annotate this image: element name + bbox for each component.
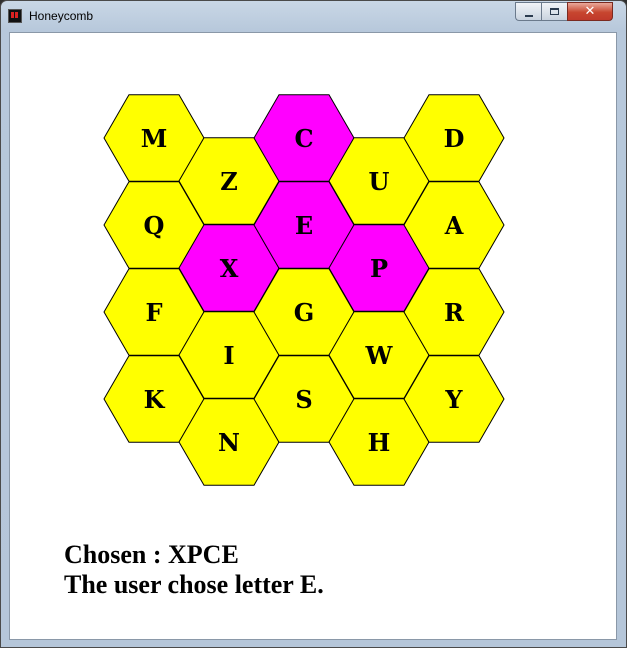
hex-letter: M	[141, 124, 168, 153]
hex-letter: D	[444, 124, 465, 153]
hex-letter: Z	[220, 167, 238, 196]
hex-letter: K	[144, 385, 166, 414]
window-title: Honeycomb	[29, 9, 94, 23]
hex-letter: G	[294, 298, 315, 327]
app-window: Honeycomb ✕ M Q F K Z X I N C E G S U P W H D A R Y Chosen …	[0, 0, 627, 648]
hex-letter: F	[145, 298, 162, 327]
hex-letter: S	[295, 385, 312, 414]
hex-letter: P	[370, 254, 388, 283]
close-button[interactable]: ✕	[567, 2, 613, 21]
hex-letter: N	[218, 428, 240, 457]
hex-letter: U	[369, 167, 390, 196]
hex-letter: E	[295, 211, 313, 240]
hex-letter: C	[294, 124, 313, 153]
chosen-letters-text: Chosen : XPCE	[64, 540, 239, 569]
hex-letter: Y	[444, 385, 463, 414]
client-area: M Q F K Z X I N C E G S U P W H D A R Y Chosen : XPCE The u…	[9, 32, 617, 640]
hex-letter: W	[365, 341, 394, 370]
minimize-icon	[524, 14, 533, 17]
hex-letter: Q	[144, 211, 165, 240]
hex-letter: H	[368, 428, 391, 457]
maximize-icon	[550, 8, 559, 15]
hex-letter: I	[223, 341, 234, 370]
maximize-button[interactable]	[541, 2, 567, 21]
hex-letter: X	[220, 254, 239, 283]
hex-letter: A	[444, 211, 464, 240]
user-choice-message: The user chose letter E.	[64, 570, 324, 599]
title-bar[interactable]: Honeycomb ✕	[1, 1, 626, 32]
close-icon: ✕	[584, 4, 596, 19]
hex-letter: R	[444, 298, 465, 327]
minimize-button[interactable]	[515, 2, 541, 21]
app-icon[interactable]	[8, 9, 22, 23]
